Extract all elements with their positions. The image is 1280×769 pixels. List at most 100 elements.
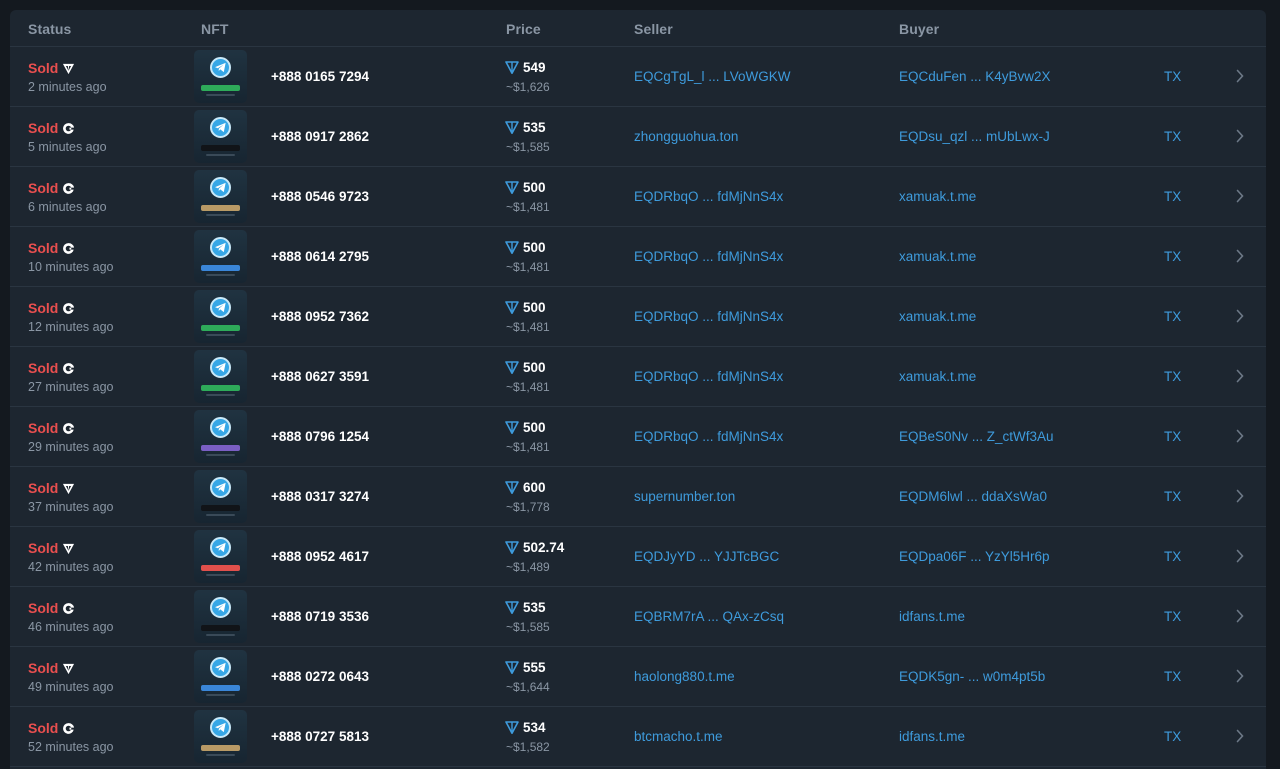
seller-link[interactable]: EQDRbqO ... fdMjNnS4x <box>634 249 783 264</box>
nft-thumbnail[interactable] <box>194 350 247 403</box>
nft-thumbnail[interactable] <box>194 470 247 523</box>
buyer-link[interactable]: EQBeS0Nv ... Z_ctWf3Au <box>899 429 1054 444</box>
header-seller[interactable]: Seller <box>634 21 673 37</box>
seller-link[interactable]: EQDRbqO ... fdMjNnS4x <box>634 369 783 384</box>
seller-link[interactable]: EQDJyYD ... YJJTcBGC <box>634 549 779 564</box>
telegram-icon <box>210 717 231 738</box>
tx-link[interactable]: TX <box>1164 369 1181 384</box>
header-nft[interactable]: NFT <box>201 21 229 37</box>
chevron-right-icon[interactable] <box>1235 729 1245 743</box>
buyer-link[interactable]: EQDsu_qzl ... mUbLwx-J <box>899 129 1050 144</box>
buyer-link[interactable]: idfans.t.me <box>899 609 965 624</box>
chevron-right-icon[interactable] <box>1235 489 1245 503</box>
tx-link[interactable]: TX <box>1164 429 1181 444</box>
buyer-link[interactable]: EQDM6lwl ... ddaXsWa0 <box>899 489 1047 504</box>
nft-thumbnail[interactable] <box>194 410 247 463</box>
seller-link[interactable]: btcmacho.t.me <box>634 729 723 744</box>
nft-thumbnail[interactable] <box>194 170 247 223</box>
price-usd: ~$1,778 <box>506 500 550 514</box>
chevron-right-icon[interactable] <box>1235 609 1245 623</box>
table-row[interactable]: Sold 49 minutes ago +888 0272 0643 555 ~… <box>10 647 1266 707</box>
price-usd: ~$1,585 <box>506 140 550 154</box>
table-row[interactable]: Sold 2 minutes ago +888 0165 7294 549 ~$… <box>10 47 1266 107</box>
nft-thumbnail[interactable] <box>194 230 247 283</box>
nft-thumbnail[interactable] <box>194 590 247 643</box>
seller-link[interactable]: EQDRbqO ... fdMjNnS4x <box>634 429 783 444</box>
tx-link[interactable]: TX <box>1164 69 1181 84</box>
nft-thumbnail[interactable] <box>194 110 247 163</box>
tx-link[interactable]: TX <box>1164 609 1181 624</box>
buyer-link[interactable]: idfans.t.me <box>899 729 965 744</box>
nft-phone-number[interactable]: +888 0272 0643 <box>271 669 369 684</box>
chevron-right-icon[interactable] <box>1235 429 1245 443</box>
table-row[interactable]: Sold 46 minutes ago +888 0719 3536 535 ~… <box>10 587 1266 647</box>
buyer-link[interactable]: EQDpa06F ... YzYl5Hr6p <box>899 549 1050 564</box>
sale-time: 52 minutes ago <box>28 740 114 754</box>
table-row[interactable]: Sold 42 minutes ago +888 0952 4617 502.7… <box>10 527 1266 587</box>
chevron-right-icon[interactable] <box>1235 69 1245 83</box>
nft-phone-number[interactable]: +888 0952 7362 <box>271 309 369 324</box>
chevron-right-icon[interactable] <box>1235 129 1245 143</box>
chevron-right-icon[interactable] <box>1235 549 1245 563</box>
nft-thumbnail[interactable] <box>194 650 247 703</box>
nft-thumbnail[interactable] <box>194 290 247 343</box>
nft-phone-number[interactable]: +888 0917 2862 <box>271 129 369 144</box>
tx-link[interactable]: TX <box>1164 549 1181 564</box>
nft-phone-number[interactable]: +888 0796 1254 <box>271 429 369 444</box>
chevron-right-icon[interactable] <box>1235 189 1245 203</box>
buyer-link[interactable]: xamuak.t.me <box>899 189 976 204</box>
buyer-link[interactable]: EQCduFen ... K4yBvw2X <box>899 69 1051 84</box>
nft-phone-number[interactable]: +888 0614 2795 <box>271 249 369 264</box>
table-row[interactable]: Sold 12 minutes ago +888 0952 7362 500 ~… <box>10 287 1266 347</box>
nft-thumbnail[interactable] <box>194 50 247 103</box>
seller-link[interactable]: haolong880.t.me <box>634 669 735 684</box>
nft-thumbnail[interactable] <box>194 710 247 763</box>
nft-phone-number[interactable]: +888 0719 3536 <box>271 609 369 624</box>
table-row[interactable]: Sold 29 minutes ago +888 0796 1254 500 ~… <box>10 407 1266 467</box>
nft-phone-number[interactable]: +888 0317 3274 <box>271 489 369 504</box>
seller-link[interactable]: zhongguohua.ton <box>634 129 738 144</box>
chevron-right-icon[interactable] <box>1235 369 1245 383</box>
table-row[interactable]: Sold 6 minutes ago +888 0546 9723 500 ~$… <box>10 167 1266 227</box>
tx-link[interactable]: TX <box>1164 309 1181 324</box>
header-status[interactable]: Status <box>28 21 71 37</box>
chevron-right-icon[interactable] <box>1235 309 1245 323</box>
table-row[interactable]: Sold 27 minutes ago +888 0627 3591 500 ~… <box>10 347 1266 407</box>
nft-phone-number[interactable]: +888 0727 5813 <box>271 729 369 744</box>
tx-link[interactable]: TX <box>1164 129 1181 144</box>
status-cell: Sold <box>28 120 75 136</box>
table-row[interactable]: Sold 5 minutes ago +888 0917 2862 535 ~$… <box>10 107 1266 167</box>
chevron-right-icon[interactable] <box>1235 249 1245 263</box>
seller-link[interactable]: EQCgTgL_l ... LVoWGKW <box>634 69 791 84</box>
table-row[interactable]: Sold 52 minutes ago +888 0727 5813 534 ~… <box>10 707 1266 767</box>
seller-link[interactable]: supernumber.ton <box>634 489 735 504</box>
nft-phone-number[interactable]: +888 0165 7294 <box>271 69 369 84</box>
tx-link[interactable]: TX <box>1164 729 1181 744</box>
tx-link[interactable]: TX <box>1164 189 1181 204</box>
seller-link[interactable]: EQDRbqO ... fdMjNnS4x <box>634 189 783 204</box>
table-row[interactable]: Sold 37 minutes ago +888 0317 3274 600 ~… <box>10 467 1266 527</box>
seller-link[interactable]: EQDRbqO ... fdMjNnS4x <box>634 309 783 324</box>
chevron-right-icon[interactable] <box>1235 669 1245 683</box>
buyer-link[interactable]: xamuak.t.me <box>899 309 976 324</box>
tx-link[interactable]: TX <box>1164 489 1181 504</box>
status-cell: Sold <box>28 60 75 76</box>
buyer-link[interactable]: EQDK5gn- ... w0m4pt5b <box>899 669 1045 684</box>
header-price[interactable]: Price <box>506 21 541 37</box>
ton-icon <box>505 421 519 434</box>
header-buyer[interactable]: Buyer <box>899 21 939 37</box>
table-row[interactable]: Sold 10 minutes ago +888 0614 2795 500 ~… <box>10 227 1266 287</box>
nft-thumbnail[interactable] <box>194 530 247 583</box>
price-cell: 535 <box>505 120 546 135</box>
nft-phone-number[interactable]: +888 0952 4617 <box>271 549 369 564</box>
nft-phone-number[interactable]: +888 0627 3591 <box>271 369 369 384</box>
tx-link[interactable]: TX <box>1164 249 1181 264</box>
telegram-icon <box>210 237 231 258</box>
price-ton: 500 <box>523 420 546 435</box>
tx-link[interactable]: TX <box>1164 669 1181 684</box>
status-cell: Sold <box>28 300 75 316</box>
buyer-link[interactable]: xamuak.t.me <box>899 249 976 264</box>
seller-link[interactable]: EQBRM7rA ... QAx-zCsq <box>634 609 784 624</box>
buyer-link[interactable]: xamuak.t.me <box>899 369 976 384</box>
nft-phone-number[interactable]: +888 0546 9723 <box>271 189 369 204</box>
